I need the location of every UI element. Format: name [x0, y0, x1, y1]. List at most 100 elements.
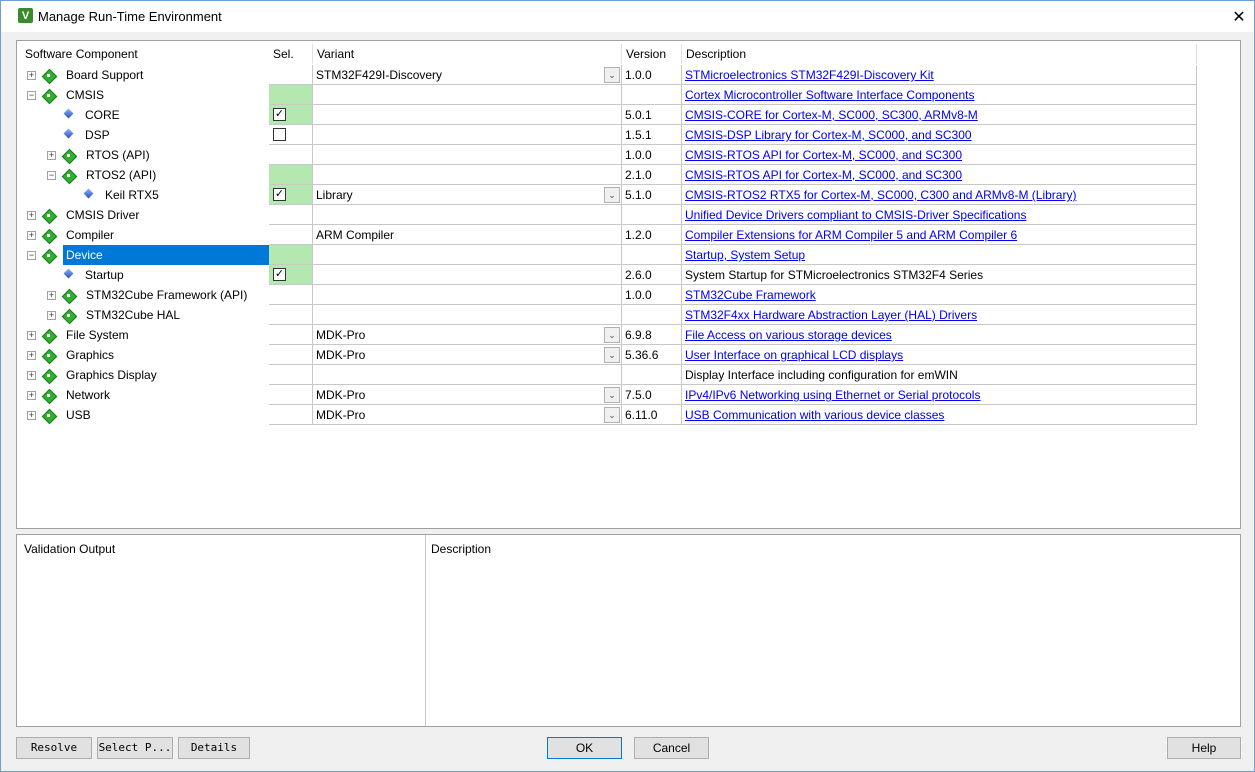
variant-cell[interactable]: MDK-Pro ⌄ [313, 405, 622, 425]
description-link[interactable]: USB Communication with various device cl… [685, 408, 944, 422]
description-link[interactable]: CMSIS-RTOS API for Cortex-M, SC000, and … [685, 148, 962, 162]
variant-cell[interactable]: MDK-Pro ⌄ [313, 385, 622, 405]
table-row[interactable]: + STM32Cube Framework (API) 1.0.0 STM32Cube… [21, 285, 1197, 305]
header-variant[interactable]: Variant [313, 44, 622, 64]
table-row[interactable]: Keil RTX5 ✓ Library ⌄ 5.1.0 CMSIS-RTOS2 RTX5 … [21, 185, 1197, 205]
expand-icon[interactable]: + [27, 410, 36, 420]
component-label[interactable]: CMSIS [63, 85, 107, 105]
expand-icon[interactable]: + [27, 210, 36, 220]
chevron-down-icon[interactable]: ⌄ [604, 387, 620, 403]
tree-item[interactable]: + File System [27, 325, 132, 345]
chevron-down-icon[interactable]: ⌄ [604, 407, 620, 423]
collapse-icon[interactable]: − [47, 170, 56, 180]
tree-item[interactable]: + USB [27, 405, 94, 425]
description-link[interactable]: STM32F4xx Hardware Abstraction Layer (HA… [685, 308, 977, 322]
variant-cell[interactable]: MDK-Pro ⌄ [313, 345, 622, 365]
tree-item[interactable]: + Graphics [27, 345, 117, 365]
collapse-icon[interactable]: − [27, 90, 36, 100]
component-label[interactable]: Graphics [63, 345, 117, 365]
tree-item[interactable]: + RTOS (API) [47, 145, 153, 165]
component-label[interactable]: STM32Cube HAL [83, 305, 183, 325]
tree-item[interactable]: CORE [47, 105, 123, 125]
description-link[interactable]: File Access on various storage devices [685, 328, 892, 342]
variant-cell[interactable]: MDK-Pro ⌄ [313, 325, 622, 345]
tree-item[interactable]: + Network [27, 385, 113, 405]
description-link[interactable]: Cortex Microcontroller Software Interfac… [685, 88, 974, 102]
tree-item[interactable]: − RTOS2 (API) [47, 165, 159, 185]
component-label[interactable]: Compiler [63, 225, 117, 245]
tree-item[interactable]: + CMSIS Driver [27, 205, 142, 225]
table-row[interactable]: + USB MDK-Pro ⌄ 6.11.0 USB Communication with… [21, 405, 1197, 425]
component-label[interactable]: RTOS (API) [83, 145, 153, 165]
component-label[interactable]: Network [63, 385, 113, 405]
description-link[interactable]: User Interface on graphical LCD displays [685, 348, 903, 362]
table-row[interactable]: − CMSIS Cortex Microcontroller Software In… [21, 85, 1197, 105]
component-label[interactable]: Startup [82, 265, 127, 285]
header-description[interactable]: Description [682, 44, 1197, 64]
header-component[interactable]: Software Component [21, 44, 269, 64]
chevron-down-icon[interactable]: ⌄ [604, 187, 620, 203]
tree-item[interactable]: − CMSIS [27, 85, 107, 105]
chevron-down-icon[interactable]: ⌄ [604, 327, 620, 343]
component-label[interactable]: CMSIS Driver [63, 205, 142, 225]
table-row[interactable]: + CMSIS Driver Unified Device Drivers comp… [21, 205, 1197, 225]
description-link[interactable]: Unified Device Drivers compliant to CMSI… [685, 208, 1026, 222]
tree-item[interactable]: + Graphics Display [27, 365, 160, 385]
chevron-down-icon[interactable]: ⌄ [604, 347, 620, 363]
table-row[interactable]: DSP 1.5.1 CMSIS-DSP Library for Cortex-M, … [21, 125, 1197, 145]
expand-icon[interactable]: + [27, 70, 36, 80]
component-label[interactable]: USB [63, 405, 94, 425]
collapse-icon[interactable]: − [27, 250, 36, 260]
tree-item[interactable]: + STM32Cube Framework (API) [47, 285, 250, 305]
tree-item[interactable]: + STM32Cube HAL [47, 305, 183, 325]
expand-icon[interactable]: + [27, 330, 36, 340]
description-link[interactable]: STMicroelectronics STM32F429I-Discovery … [685, 68, 934, 82]
select-packs-button[interactable]: Select P... [97, 737, 173, 759]
component-label[interactable]: Board Support [63, 65, 146, 85]
tree-item[interactable]: − Device [27, 245, 269, 265]
help-button[interactable]: Help [1167, 737, 1241, 759]
description-link[interactable]: CMSIS-CORE for Cortex-M, SC000, SC300, A… [685, 108, 978, 122]
table-row[interactable]: + File System MDK-Pro ⌄ 6.9.8 File Access on … [21, 325, 1197, 345]
table-row[interactable]: − RTOS2 (API) 2.1.0 CMSIS-RTOS API for Cort… [21, 165, 1197, 185]
select-checkbox[interactable] [273, 128, 286, 141]
expand-icon[interactable]: + [27, 350, 36, 360]
tree-item[interactable]: Startup [47, 265, 127, 285]
pane-divider[interactable] [425, 535, 426, 726]
table-row[interactable]: + Board Support STM32F429I-Discovery ⌄ 1.0.0… [21, 65, 1197, 85]
table-row[interactable]: + RTOS (API) 1.0.0 CMSIS-RTOS API for Corte… [21, 145, 1197, 165]
header-sel[interactable]: Sel. [269, 44, 313, 64]
variant-cell[interactable]: STM32F429I-Discovery ⌄ [313, 65, 622, 85]
select-checkbox[interactable]: ✓ [273, 268, 286, 281]
table-row[interactable]: + Graphics Display Display Interface inclu… [21, 365, 1197, 385]
cancel-button[interactable]: Cancel [634, 737, 709, 759]
component-label[interactable]: Keil RTX5 [102, 185, 162, 205]
variant-cell[interactable]: Library ⌄ [313, 185, 622, 205]
component-label[interactable]: RTOS2 (API) [83, 165, 159, 185]
description-link[interactable]: STM32Cube Framework [685, 288, 816, 302]
table-row[interactable]: + STM32Cube HAL STM32F4xx Hardware Abstrac… [21, 305, 1197, 325]
component-label[interactable]: Device [63, 245, 269, 265]
expand-icon[interactable]: + [47, 150, 56, 160]
description-link[interactable]: CMSIS-RTOS2 RTX5 for Cortex-M, SC000, C3… [685, 188, 1076, 202]
description-link[interactable]: Compiler Extensions for ARM Compiler 5 a… [685, 228, 1017, 242]
close-icon[interactable]: ✕ [1224, 1, 1254, 32]
expand-icon[interactable]: + [47, 290, 56, 300]
table-row[interactable]: − Device Startup, System Setup [21, 245, 1197, 265]
tree-item[interactable]: Keil RTX5 [67, 185, 162, 205]
select-checkbox[interactable]: ✓ [273, 108, 286, 121]
details-button[interactable]: Details [178, 737, 250, 759]
expand-icon[interactable]: + [27, 370, 36, 380]
header-version[interactable]: Version [622, 44, 682, 64]
description-link[interactable]: IPv4/IPv6 Networking using Ethernet or S… [685, 388, 980, 402]
tree-item[interactable]: DSP [47, 125, 113, 145]
description-link[interactable]: Startup, System Setup [685, 248, 805, 262]
table-row[interactable]: + Compiler ARM Compiler 1.2.0 Compiler Exten… [21, 225, 1197, 245]
chevron-down-icon[interactable]: ⌄ [604, 67, 620, 83]
description-link[interactable]: CMSIS-RTOS API for Cortex-M, SC000, and … [685, 168, 962, 182]
component-label[interactable]: DSP [82, 125, 113, 145]
table-row[interactable]: + Graphics MDK-Pro ⌄ 5.36.6 User Interface on… [21, 345, 1197, 365]
expand-icon[interactable]: + [47, 310, 56, 320]
table-row[interactable]: CORE ✓ 5.0.1 CMSIS-CORE for Cortex-M, SC000… [21, 105, 1197, 125]
description-link[interactable]: CMSIS-DSP Library for Cortex-M, SC000, a… [685, 128, 972, 142]
